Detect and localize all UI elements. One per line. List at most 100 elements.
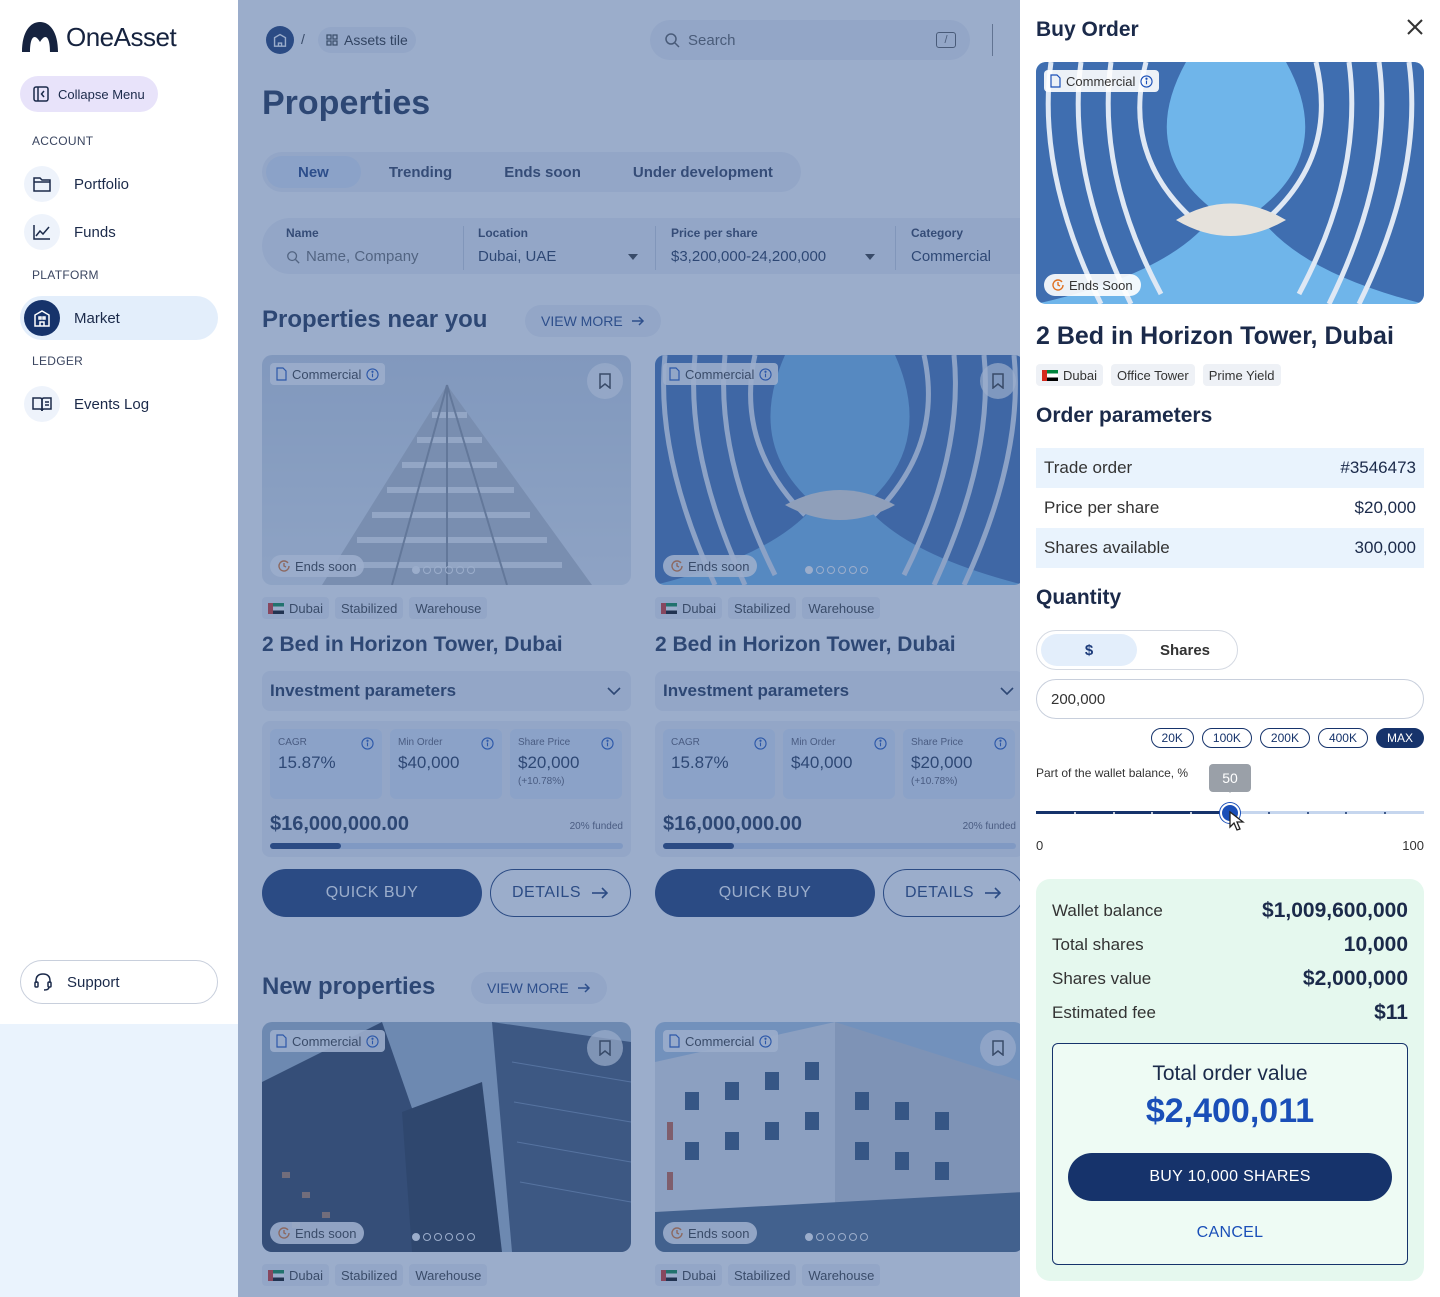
card-title: 2 Bed in Horizon Tower, Dubai [655, 633, 956, 656]
tag: Warehouse [409, 1264, 488, 1286]
tag: Warehouse [802, 597, 881, 619]
location-select[interactable]: Location Dubai, UAE [478, 226, 638, 265]
slider-tick [1267, 812, 1270, 814]
bookmark-button[interactable] [980, 1030, 1016, 1066]
chip-100k[interactable]: 100K [1201, 728, 1252, 748]
tab-ends-soon[interactable]: Ends soon [480, 156, 605, 188]
carousel-dots[interactable] [412, 1233, 475, 1241]
tag: Stabilized [334, 1264, 404, 1286]
chip-400k[interactable]: 400K [1317, 728, 1368, 748]
share-price-change: (+10.78%) [518, 776, 565, 787]
carousel-dots[interactable] [805, 566, 868, 574]
category-select[interactable]: Category Commercial [911, 226, 991, 265]
info-icon[interactable] [994, 737, 1007, 750]
slider-tick [1073, 812, 1076, 814]
tag-text: Dubai [682, 1267, 716, 1283]
divider [992, 24, 993, 56]
sidebar-item-market[interactable]: Market [20, 296, 218, 340]
name-filter[interactable]: Name Name, Company [286, 226, 419, 265]
chip-200k[interactable]: 200K [1259, 728, 1310, 748]
close-icon[interactable] [1406, 18, 1424, 36]
investment-parameters-toggle[interactable]: Investment parameters [262, 671, 631, 711]
info-icon[interactable] [754, 737, 767, 750]
tab-under-development[interactable]: Under development [609, 156, 797, 188]
info-icon[interactable] [361, 737, 374, 750]
table-row: Trade order #3546473 [1036, 448, 1424, 488]
bookmark-icon [991, 1040, 1005, 1056]
category-badge: Commercial [663, 1030, 779, 1052]
quantity-title: Quantity [1036, 586, 1122, 609]
info-icon[interactable] [601, 737, 614, 750]
cagr-box: CAGR 15.87% [663, 729, 775, 799]
name-field[interactable]: Name, Company [286, 248, 419, 265]
logo[interactable]: OneAsset [20, 20, 177, 54]
buy-shares-button[interactable]: BUY 10,000 SHARES [1068, 1153, 1392, 1201]
row-key: Shares available [1044, 538, 1170, 557]
toggle-shares[interactable]: Shares [1137, 634, 1233, 666]
property-card[interactable]: Commercial Ends soon Dubai Stabilized Wa… [655, 1022, 1020, 1286]
bookmark-button[interactable] [980, 363, 1016, 399]
view-more-label: VIEW MORE [541, 313, 623, 329]
bookmark-button[interactable] [587, 363, 623, 399]
info-icon[interactable] [874, 737, 887, 750]
chip-max[interactable]: MAX [1375, 728, 1424, 748]
info-icon[interactable] [481, 737, 494, 750]
chip-20k[interactable]: 20K [1150, 728, 1194, 748]
quick-buy-button[interactable]: QUICK BUY [262, 869, 482, 917]
amount-input[interactable]: 200,000 [1036, 679, 1424, 719]
tab-new[interactable]: New [266, 156, 361, 188]
section-ledger: LEDGER [32, 354, 84, 368]
breadcrumb-home[interactable] [266, 26, 294, 54]
building-photo [655, 1022, 1020, 1252]
uae-flag-icon [661, 602, 677, 614]
support-button[interactable]: Support [20, 960, 218, 1004]
filter-label: Name [286, 226, 319, 240]
details-button[interactable]: DETAILS [490, 869, 631, 917]
category-label: Commercial [685, 366, 755, 382]
cancel-button[interactable]: CANCEL [1053, 1224, 1407, 1242]
toggle-dollar[interactable]: $ [1041, 634, 1137, 666]
quick-buy-button[interactable]: QUICK BUY [655, 869, 875, 917]
investment-parameters: CAGR 15.87% Min Order $40,000 Share Price $… [655, 721, 1020, 857]
summary-value: $11 [1374, 1001, 1408, 1024]
uae-flag-icon [661, 1269, 677, 1281]
tag: Stabilized [334, 597, 404, 619]
tags: Dubai Office Tower Prime Yield [1036, 364, 1281, 386]
property-image[interactable]: Commercial Ends soon [262, 355, 631, 585]
info-icon [1140, 74, 1153, 88]
property-card[interactable]: Commercial Ends soon Dubai Stabilized Wa… [262, 355, 631, 917]
property-image[interactable]: Commercial Ends soon [655, 1022, 1020, 1252]
property-image[interactable]: Commercial Ends soon [655, 355, 1020, 585]
caret-down-icon [628, 253, 638, 260]
caret-down-icon [865, 253, 875, 260]
category-badge: Commercial [270, 1030, 386, 1052]
unit-toggle: $ Shares [1036, 630, 1238, 670]
sidebar-item-funds[interactable]: Funds [20, 210, 218, 254]
bookmark-button[interactable] [587, 1030, 623, 1066]
slider-min: 0 [1036, 838, 1044, 853]
carousel-dots[interactable] [412, 566, 475, 574]
view-more-button[interactable]: VIEW MORE [525, 305, 661, 337]
tag: Prime Yield [1202, 364, 1281, 386]
view-more-button[interactable]: VIEW MORE [471, 972, 607, 1004]
sidebar-item-events-log[interactable]: Events Log [20, 382, 218, 426]
bookmark-icon [598, 1040, 612, 1056]
breadcrumb-current[interactable]: Assets tile [318, 27, 416, 53]
property-card[interactable]: Commercial Ends soon Dubai Stabilized Wa… [262, 1022, 631, 1286]
tab-trending[interactable]: Trending [365, 156, 476, 188]
investment-parameters-toggle[interactable]: Investment parameters [655, 671, 1020, 711]
collapse-menu-button[interactable]: Collapse Menu [20, 76, 158, 112]
table-row: Shares available 300,000 [1036, 528, 1424, 568]
location-text: Dubai, UAE [478, 248, 557, 265]
search-input[interactable]: Search / [650, 20, 970, 60]
details-button[interactable]: DETAILS [883, 869, 1020, 917]
sidebar-item-portfolio[interactable]: Portfolio [20, 162, 218, 206]
price-select[interactable]: Price per share $3,200,000-24,200,000 [671, 226, 875, 265]
property-card[interactable]: Commercial Ends soon Dubai Stabilized Wa… [655, 355, 1020, 917]
property-image[interactable]: Commercial Ends soon [262, 1022, 631, 1252]
logo-mark-icon [20, 20, 60, 54]
total-order-label: Total order value [1152, 1062, 1308, 1085]
divider [895, 226, 896, 270]
clock-icon [1052, 279, 1064, 291]
carousel-dots[interactable] [805, 1233, 868, 1241]
